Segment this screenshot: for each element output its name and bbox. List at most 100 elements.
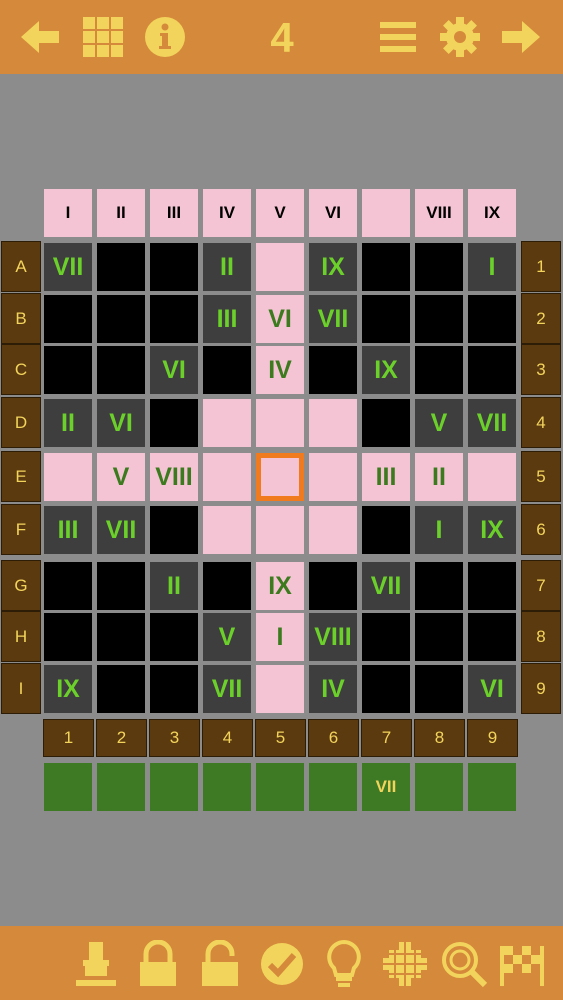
grid-cell[interactable]: [256, 399, 304, 447]
answer-slot[interactable]: VII: [362, 763, 410, 811]
grid-cell[interactable]: [468, 613, 516, 661]
grid-cell[interactable]: [150, 243, 198, 291]
grid-cell[interactable]: VII: [309, 295, 357, 343]
answer-slot[interactable]: [415, 763, 463, 811]
answer-slot[interactable]: [203, 763, 251, 811]
grid-cell[interactable]: [97, 295, 145, 343]
grid-cell[interactable]: [150, 665, 198, 713]
grid-cell[interactable]: VI: [468, 665, 516, 713]
grid-cell[interactable]: IX: [362, 346, 410, 394]
grid-cell[interactable]: IX: [309, 243, 357, 291]
grid-cell[interactable]: V: [415, 399, 463, 447]
grid-cell[interactable]: [309, 346, 357, 394]
grid-cell[interactable]: [150, 506, 198, 554]
grid-cell[interactable]: [97, 665, 145, 713]
grid-cell[interactable]: [97, 613, 145, 661]
grid-cell[interactable]: [415, 243, 463, 291]
grid-cell[interactable]: [362, 613, 410, 661]
grid-cell[interactable]: [415, 665, 463, 713]
grid-cell[interactable]: [97, 562, 145, 610]
grid-cell[interactable]: [203, 562, 251, 610]
grid-cell[interactable]: [362, 295, 410, 343]
grid-cell[interactable]: VII: [44, 243, 92, 291]
stamp-icon[interactable]: [70, 938, 122, 990]
grid-cell[interactable]: III: [44, 506, 92, 554]
grid-cell[interactable]: [415, 562, 463, 610]
grid-cell[interactable]: II: [44, 399, 92, 447]
selected-cell[interactable]: [256, 453, 304, 501]
grid-cell[interactable]: [309, 562, 357, 610]
magnify-icon[interactable]: [438, 938, 490, 990]
grid-cell[interactable]: [44, 453, 92, 501]
grid-cell[interactable]: [203, 506, 251, 554]
grid-cell[interactable]: [309, 506, 357, 554]
answer-slot[interactable]: [256, 763, 304, 811]
grid-cell[interactable]: [203, 346, 251, 394]
grid-cell[interactable]: [97, 346, 145, 394]
grid-cell[interactable]: II: [203, 243, 251, 291]
grid-cell[interactable]: [468, 453, 516, 501]
grid-cell[interactable]: [203, 399, 251, 447]
grid-cell[interactable]: VI: [97, 399, 145, 447]
grid-cell[interactable]: VI: [256, 295, 304, 343]
grid-cell[interactable]: [309, 399, 357, 447]
grid-cell[interactable]: V: [203, 613, 251, 661]
lock-icon[interactable]: [132, 938, 184, 990]
grid-cell[interactable]: [362, 399, 410, 447]
grid-cell[interactable]: [44, 295, 92, 343]
grid-cell[interactable]: IV: [256, 346, 304, 394]
grid-cell[interactable]: VII: [362, 562, 410, 610]
grid-cell[interactable]: I: [256, 613, 304, 661]
grid-cell[interactable]: [150, 399, 198, 447]
grid-cell[interactable]: VI: [150, 346, 198, 394]
grid-cell[interactable]: [44, 346, 92, 394]
grid-cell[interactable]: [309, 453, 357, 501]
grid-cell[interactable]: III: [203, 295, 251, 343]
grid-cell[interactable]: II: [150, 562, 198, 610]
grid-cell[interactable]: [415, 613, 463, 661]
grid-cell[interactable]: [256, 665, 304, 713]
grid-cell[interactable]: II: [415, 453, 463, 501]
finish-flag-icon[interactable]: [496, 938, 548, 990]
grid-cell[interactable]: [150, 613, 198, 661]
grid-cell[interactable]: IX: [468, 506, 516, 554]
grid-cell[interactable]: VII: [97, 506, 145, 554]
answer-slot[interactable]: [309, 763, 357, 811]
grid-cell[interactable]: [256, 506, 304, 554]
grid-cell[interactable]: VII: [468, 399, 516, 447]
grid-cell[interactable]: [468, 295, 516, 343]
column-number: 1: [43, 719, 94, 757]
grid-cell[interactable]: V: [97, 453, 145, 501]
grid-cell[interactable]: [468, 346, 516, 394]
grid-cell[interactable]: [44, 562, 92, 610]
grid-cell[interactable]: [362, 665, 410, 713]
grid-cell[interactable]: I: [415, 506, 463, 554]
hint-bulb-icon[interactable]: [318, 938, 370, 990]
grid-cell[interactable]: [150, 295, 198, 343]
grid-cell[interactable]: [362, 506, 410, 554]
answer-slot[interactable]: [468, 763, 516, 811]
grid-cell[interactable]: IX: [256, 562, 304, 610]
row-number: 6: [521, 504, 561, 555]
answer-slot[interactable]: [150, 763, 198, 811]
grid-cell[interactable]: IV: [309, 665, 357, 713]
grid-cell[interactable]: [256, 243, 304, 291]
grid-cell[interactable]: [415, 346, 463, 394]
grid-cell[interactable]: [468, 562, 516, 610]
grid-cell[interactable]: VII: [203, 665, 251, 713]
grid-cell[interactable]: [97, 243, 145, 291]
grid-cell[interactable]: [44, 613, 92, 661]
crosshair-icon[interactable]: [379, 938, 431, 990]
grid-cell[interactable]: VIII: [309, 613, 357, 661]
answer-slot[interactable]: [44, 763, 92, 811]
grid-cell[interactable]: I: [468, 243, 516, 291]
grid-cell[interactable]: III: [362, 453, 410, 501]
check-icon[interactable]: [256, 938, 308, 990]
grid-cell[interactable]: [362, 243, 410, 291]
grid-cell[interactable]: VIII: [150, 453, 198, 501]
unlock-icon[interactable]: [194, 938, 246, 990]
answer-slot[interactable]: [97, 763, 145, 811]
grid-cell[interactable]: IX: [44, 665, 92, 713]
grid-cell[interactable]: [415, 295, 463, 343]
grid-cell[interactable]: [203, 453, 251, 501]
